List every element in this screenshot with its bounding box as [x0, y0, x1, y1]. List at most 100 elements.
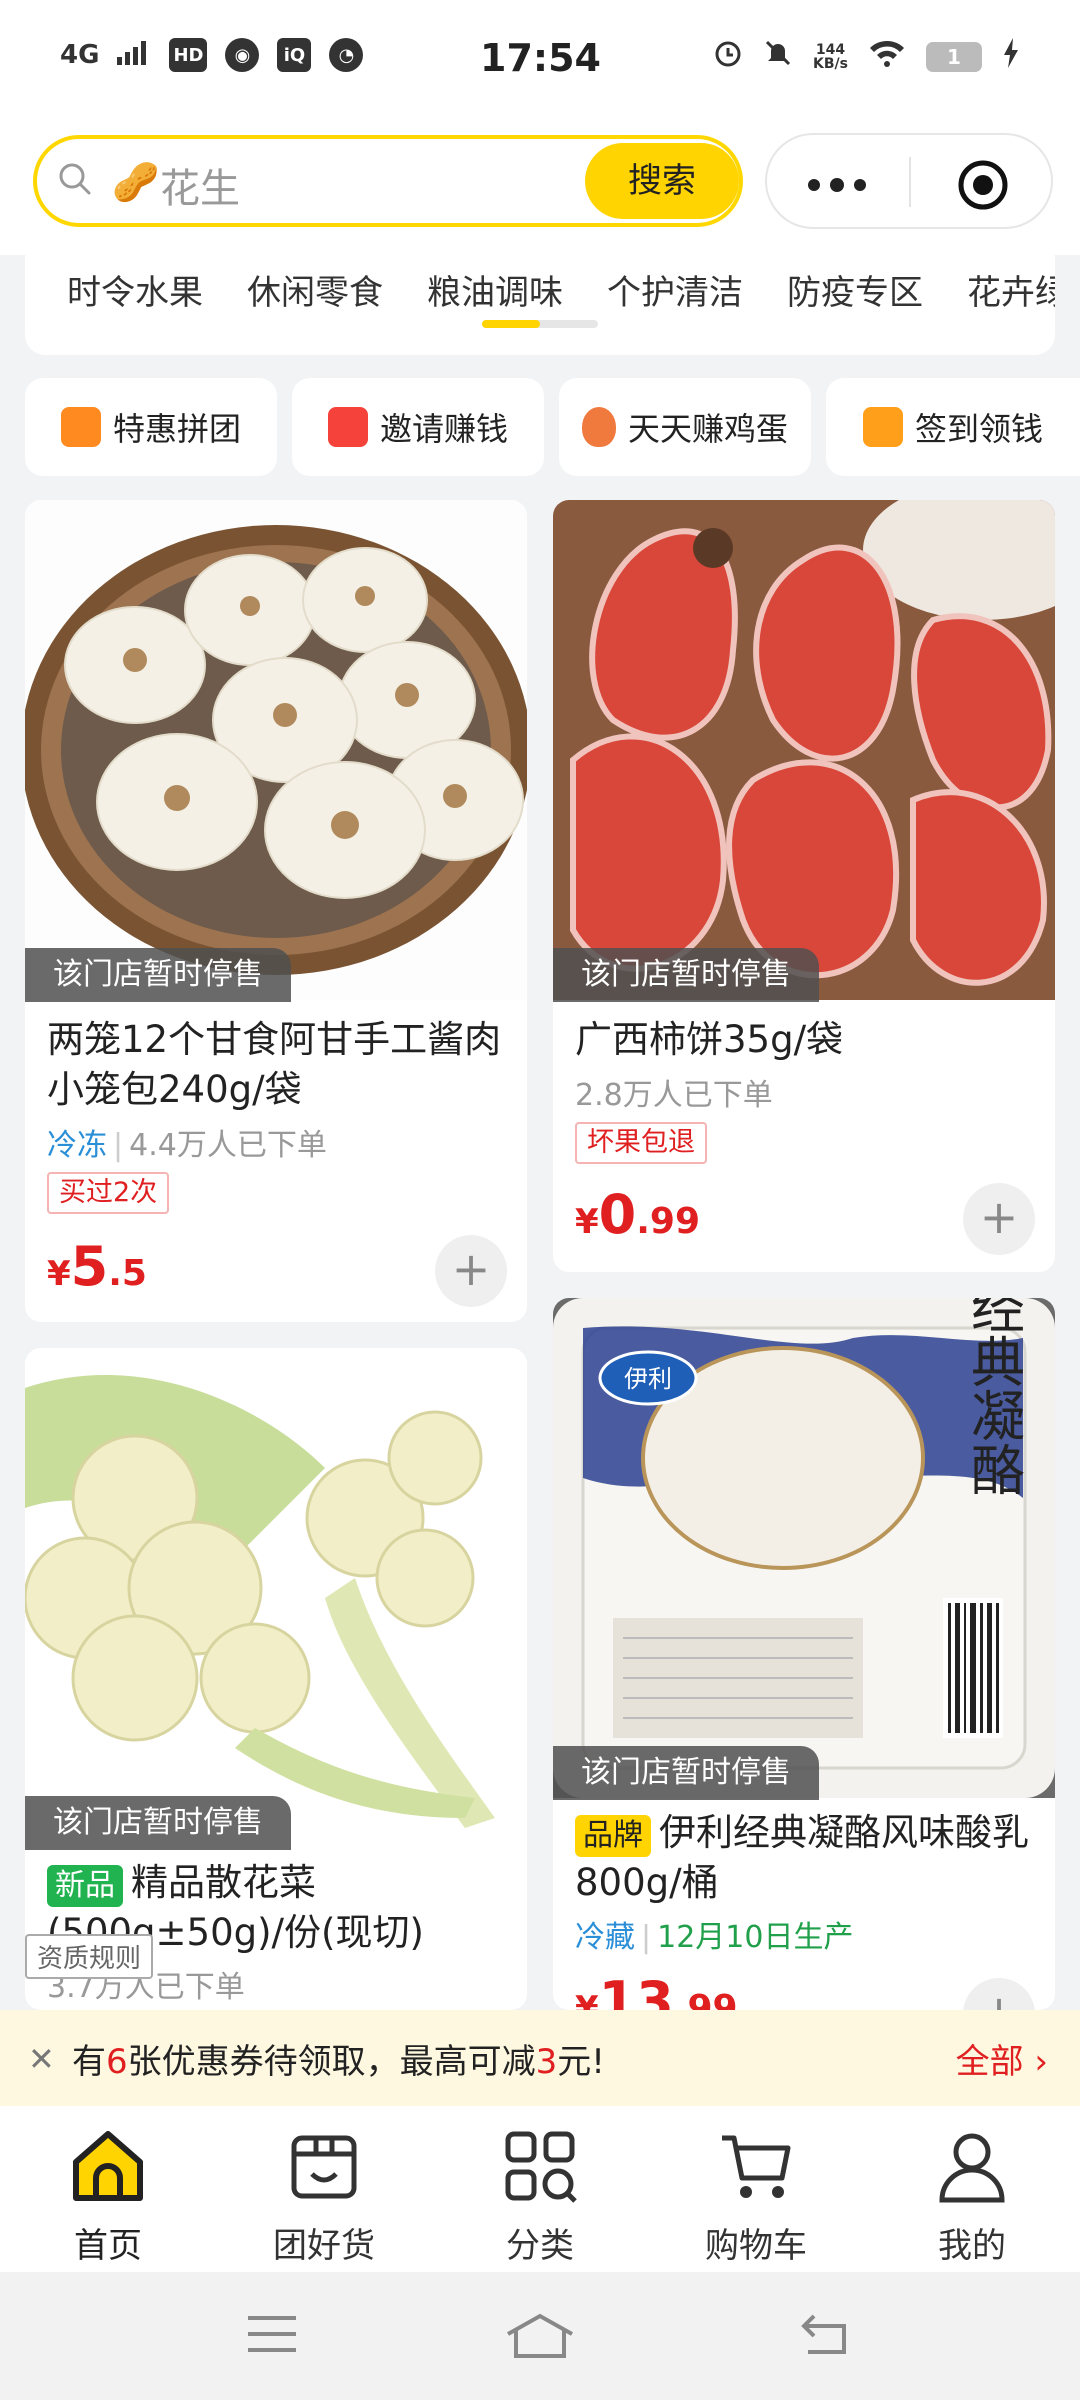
quick-entry-label: 签到领钱	[914, 410, 1043, 448]
sales-count: 4.4万人已下单	[129, 1128, 327, 1163]
category-tab[interactable]: 个护清洁	[607, 265, 743, 314]
tab-label: 团好货	[273, 2226, 375, 2266]
store-closed-label: 该门店暂时停售	[25, 1796, 291, 1850]
add-to-cart-button[interactable]: +	[963, 1978, 1035, 2010]
hd-icon: HD	[169, 38, 208, 72]
product-meta: 冷藏 | 12月10日生产	[575, 1920, 854, 1955]
product-image-persimmon	[553, 500, 1055, 1000]
peanut-icon: 🥜	[112, 160, 160, 204]
tab-group-goods[interactable]: 团好货	[244, 2126, 404, 2267]
status-bar: 4G HD ◉ iQ ◔ 17:54 144 KB/s 1	[0, 0, 1080, 120]
menu-icon[interactable]	[244, 2312, 300, 2356]
close-icon[interactable]: ✕	[28, 2040, 55, 2078]
quick-entry-label: 邀请赚钱	[379, 410, 508, 448]
speedometer-icon: ◔	[329, 38, 364, 72]
tab-label: 购物车	[705, 2226, 807, 2266]
product-card[interactable]: 该门店暂时停售 新品 精品散花菜(500g±50g)/份(现切) 3.7万人已下单	[25, 1348, 527, 2010]
search-icon	[59, 163, 91, 195]
add-to-cart-button[interactable]: +	[963, 1183, 1035, 1255]
quick-entry-eggs[interactable]: 天天赚鸡蛋	[559, 378, 811, 476]
category-scroll-indicator	[482, 320, 540, 328]
grid-icon	[505, 2131, 577, 2203]
quick-entry-invite[interactable]: 邀请赚钱	[292, 378, 544, 476]
search-placeholder: 花生	[160, 166, 240, 212]
purchase-history-tag: 买过2次	[47, 1172, 170, 1214]
category-tab[interactable]: 花卉绿	[967, 265, 1055, 314]
quick-entry-group-buy[interactable]: 特惠拼团	[25, 378, 277, 476]
bottom-tab-bar: 首页 团好货 分类 购物车 我的	[0, 2106, 1080, 2272]
network-indicator: 4G	[60, 40, 100, 70]
tab-cart[interactable]: 购物车	[676, 2126, 836, 2267]
product-card[interactable]: 该门店暂时停售 广西柿饼35g/袋 2.8万人已下单 坏果包退 ¥0.99 +	[553, 500, 1055, 1272]
iqiyi-icon: iQ	[277, 38, 312, 72]
app-notification-icon: ◉	[225, 38, 260, 72]
storage-label: 冷藏	[575, 1920, 635, 1955]
sales-count: 2.8万人已下单	[575, 1078, 773, 1113]
production-date: 12月10日生产	[657, 1920, 854, 1955]
tab-label: 我的	[938, 2226, 1006, 2266]
category-tab[interactable]: 时令水果	[67, 265, 203, 314]
add-to-cart-button[interactable]: +	[435, 1235, 507, 1307]
package-name: 经典凝酪	[962, 1298, 1025, 1496]
back-icon[interactable]	[796, 2312, 852, 2356]
brand-badge: 品牌	[575, 1815, 651, 1857]
category-tabs: 时令水果 休闲零食 粮油调味 个护清洁 防疫专区 花卉绿	[25, 255, 1055, 355]
storage-label: 冷冻	[47, 1128, 107, 1163]
charging-icon	[1002, 38, 1020, 75]
new-badge: 新品	[47, 1865, 123, 1907]
tab-label: 首页	[74, 2226, 142, 2266]
category-tab[interactable]: 防疫专区	[787, 265, 923, 314]
egg-icon	[581, 407, 616, 447]
clock: 17:54	[480, 36, 601, 80]
alarm-icon	[713, 38, 743, 75]
product-meta: 冷冻 | 4.4万人已下单	[47, 1128, 327, 1163]
package-brand: 伊利	[624, 1365, 672, 1393]
quick-entry-checkin[interactable]: 签到领钱	[826, 378, 1080, 476]
tab-label: 分类	[506, 2226, 574, 2266]
search-button[interactable]: 搜索	[585, 143, 739, 219]
battery-icon: 1	[926, 41, 982, 72]
bag-icon	[60, 407, 101, 447]
product-price: ¥5.5	[47, 1235, 147, 1298]
store-closed-label: 该门店暂时停售	[553, 1746, 819, 1800]
refund-guarantee-tag: 坏果包退	[575, 1122, 707, 1164]
product-card[interactable]: 伊利 经典凝酪 该门店暂时停售 品牌 伊利经典凝酪风味酸乳800g/桶 冷藏 | 12…	[553, 1298, 1055, 2010]
category-tab[interactable]: 休闲零食	[247, 265, 383, 314]
miniapp-capsule	[765, 133, 1053, 229]
smile-box-icon	[291, 2135, 357, 2199]
store-closed-label: 该门店暂时停售	[553, 948, 819, 1002]
user-icon	[939, 2133, 1005, 2203]
product-title: 两笼12个甘食阿甘手工酱肉小笼包240g/袋	[47, 1018, 502, 1111]
product-price: ¥0.99	[575, 1183, 701, 1246]
cart-icon	[722, 2135, 791, 2198]
product-image-yogurt: 伊利 经典凝酪	[553, 1298, 1055, 1798]
product-image-buns	[25, 500, 527, 1000]
coupon-banner[interactable]: ✕ 有6张优惠券待领取，最高可减3元! 全部 ›	[0, 2010, 1080, 2106]
tab-home[interactable]: 首页	[28, 2126, 188, 2267]
product-card[interactable]: 该门店暂时停售 两笼12个甘食阿甘手工酱肉小笼包240g/袋 冷冻 | 4.4万人已…	[25, 500, 527, 1322]
capsule-divider	[909, 157, 911, 207]
system-navigation-bar	[0, 2272, 1080, 2400]
calendar-icon	[862, 407, 903, 447]
product-title: 广西柿饼35g/袋	[575, 1018, 844, 1061]
home-icon	[73, 2131, 143, 2201]
wifi-icon	[868, 38, 906, 75]
quick-entry-label: 特惠拼团	[112, 410, 241, 448]
close-miniapp-icon[interactable]	[957, 159, 1009, 211]
product-image-cauliflower	[25, 1348, 527, 1848]
home-nav-icon[interactable]	[504, 2312, 576, 2360]
store-closed-label: 该门店暂时停售	[25, 948, 291, 1002]
product-title: 品牌 伊利经典凝酪风味酸乳800g/桶	[575, 1811, 1029, 1904]
qualification-rules-link[interactable]: 资质规则	[25, 1934, 154, 1979]
net-speed: 144 KB/s	[813, 41, 848, 72]
more-icon[interactable]	[807, 175, 867, 192]
tab-profile[interactable]: 我的	[892, 2126, 1052, 2267]
coupon-all-link[interactable]: 全部 ›	[956, 2034, 1048, 2083]
gift-icon	[327, 407, 368, 447]
category-tab[interactable]: 粮油调味	[427, 265, 563, 314]
tab-category[interactable]: 分类	[460, 2126, 620, 2267]
quick-entry-label: 天天赚鸡蛋	[627, 410, 788, 448]
signal-icon	[117, 39, 151, 72]
product-price: ¥13.99	[575, 1970, 738, 2010]
chevron-right-icon: ›	[1034, 2042, 1048, 2082]
